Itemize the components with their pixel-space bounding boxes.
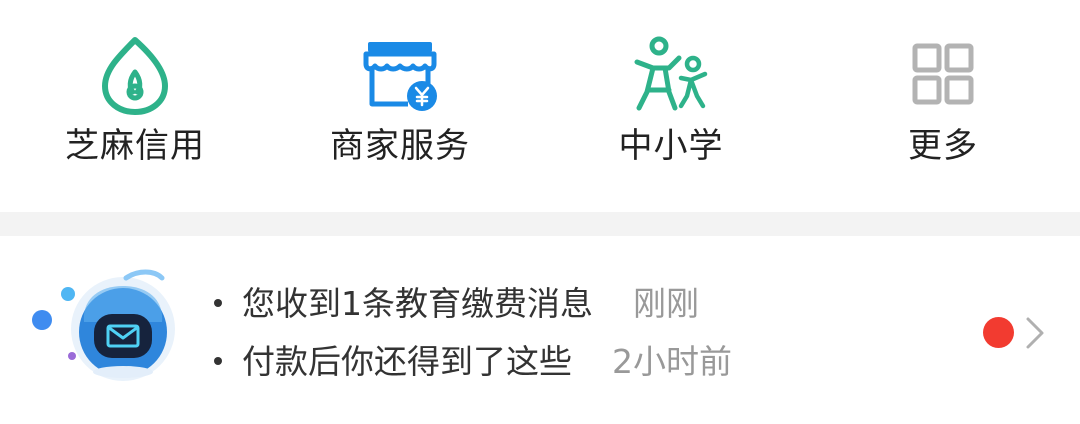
grid-item-schools[interactable]: 中小学	[536, 0, 806, 210]
sesame-credit-icon	[93, 34, 177, 118]
message-time: 2小时前	[612, 342, 732, 381]
service-grid: 芝麻信用 商家服务 中小学 更多	[0, 0, 1080, 210]
grid-item-sesame-credit[interactable]: 芝麻信用	[0, 0, 270, 210]
chevron-right-icon[interactable]	[1022, 316, 1048, 350]
school-kids-icon	[629, 34, 713, 118]
message-time: 刚刚	[633, 284, 699, 323]
bullet	[214, 298, 222, 307]
grid-item-label: 更多	[908, 126, 978, 166]
grid-item-label: 中小学	[618, 126, 724, 166]
unread-badge	[983, 317, 1014, 348]
message-line: 您收到1条教育缴费消息 刚刚	[214, 282, 699, 326]
grid-item-more[interactable]: 更多	[808, 0, 1078, 210]
grid-item-merchant-service[interactable]: 商家服务	[265, 0, 535, 210]
section-divider	[0, 212, 1080, 236]
message-text: 您收到1条教育缴费消息	[242, 284, 593, 323]
bullet	[214, 356, 222, 365]
more-grid-icon	[901, 34, 985, 118]
merchant-store-icon	[358, 34, 442, 118]
grid-item-label: 芝麻信用	[65, 126, 205, 166]
robot-mail-icon	[28, 264, 198, 394]
message-line: 付款后你还得到了这些 2小时前	[214, 340, 732, 384]
message-card[interactable]: 您收到1条教育缴费消息 刚刚 付款后你还得到了这些 2小时前	[0, 236, 1080, 424]
grid-item-label: 商家服务	[330, 126, 470, 166]
message-text: 付款后你还得到了这些	[242, 342, 572, 381]
